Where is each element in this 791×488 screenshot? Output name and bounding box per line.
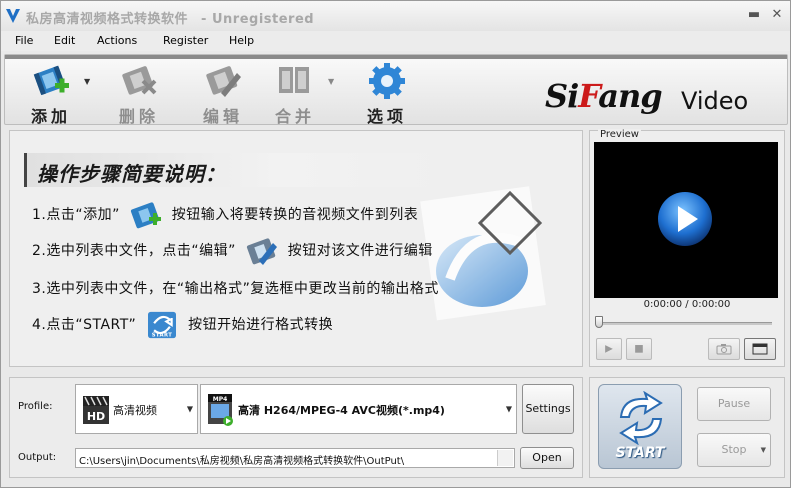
app-window: 私房高清视频格式转换软件 - Unregistered ▬ ✕ File Edi… xyxy=(0,0,791,488)
guide-step-2: 2.选中列表中文件，点击“编辑” 按钮对该文件进行编辑 xyxy=(32,237,433,265)
title-bar: 私房高清视频格式转换软件 - Unregistered ▬ ✕ xyxy=(1,1,790,31)
close-button[interactable]: ✕ xyxy=(768,7,786,25)
step-1-text-b: 按钮输入将要转换的音视频文件到列表 xyxy=(171,207,419,223)
play-icon[interactable] xyxy=(656,190,714,248)
delete-button[interactable]: 删除 xyxy=(105,63,167,126)
hd-video-icon: HD xyxy=(83,396,109,424)
video-screen[interactable] xyxy=(594,142,778,298)
preview-play-button[interactable]: ▶ xyxy=(596,338,622,360)
profile-category-select[interactable]: HD 高清视频 ▼ xyxy=(75,384,198,434)
stop-small-icon: ■ xyxy=(634,343,644,355)
menu-help[interactable]: Help xyxy=(229,34,254,47)
minimize-button[interactable]: ▬ xyxy=(745,7,763,25)
conversion-controls: START Pause Stop ▼ xyxy=(589,377,785,478)
merge-button[interactable]: 合并 xyxy=(261,63,323,126)
mp4-icon-text: MP4 xyxy=(213,396,228,403)
stop-label: Stop xyxy=(721,443,747,456)
guide-step-3: 3.选中列表中文件，在“输出格式”复选框中更改当前的输出格式 xyxy=(32,278,439,298)
start-button[interactable]: START xyxy=(598,384,682,469)
window-title: 私房高清视频格式转换软件 - Unregistered xyxy=(26,8,314,27)
guide-title-banner: 操作步骤简要说明： xyxy=(24,153,444,187)
seek-handle[interactable] xyxy=(595,316,603,328)
edit-film-icon xyxy=(246,238,277,265)
fullscreen-icon xyxy=(752,343,768,355)
toolbar: 添加 ▼ 删除 编辑 合并 ▼ 选项 SiFang Video xyxy=(4,54,788,126)
mp4-file-icon: MP4 xyxy=(208,394,233,426)
edit-label: 编辑 xyxy=(202,107,243,126)
start-icon: START xyxy=(148,311,177,338)
registration-status: - Unregistered xyxy=(201,12,315,27)
start-label: START xyxy=(615,445,665,461)
brand-video-text: Video xyxy=(681,87,749,115)
step-4-text-a: 4.点击“START” xyxy=(32,317,137,333)
options-button[interactable]: 选项 xyxy=(353,63,415,126)
brand-logo: SiFang xyxy=(545,77,663,115)
step-1-text-a: 1.点击“添加” xyxy=(32,207,120,223)
options-label: 选项 xyxy=(366,107,407,126)
edit-film-icon xyxy=(206,66,241,97)
guide-step-1: 1.点击“添加” 按钮输入将要转换的音视频文件到列表 xyxy=(32,201,418,229)
menu-file[interactable]: File xyxy=(15,34,33,47)
merge-label: 合并 xyxy=(274,107,315,126)
preview-label: Preview xyxy=(598,129,641,140)
instructions-panel: 操作步骤简要说明： 1.点击“添加” 按钮输入将要转换的音视频文件到列表 2.选… xyxy=(9,130,583,367)
guide-title: 操作步骤简要说明： xyxy=(37,162,226,186)
add-dropdown-arrow[interactable]: ▼ xyxy=(84,77,90,86)
start-icon-text: START xyxy=(152,332,173,338)
camera-icon xyxy=(716,344,732,355)
window-title-text: 私房高清视频格式转换软件 xyxy=(26,12,189,27)
open-folder-button[interactable]: Open xyxy=(520,447,574,469)
add-film-icon xyxy=(130,202,161,229)
merge-dropdown-arrow[interactable]: ▼ xyxy=(328,77,334,86)
preview-panel: Preview 0:00:00 / 0:00:00 ▶ ■ xyxy=(589,129,785,367)
fullscreen-button[interactable] xyxy=(744,338,776,360)
output-path-dropdown[interactable] xyxy=(497,450,513,466)
output-format-value: 高清 H264/MPEG-4 AVC视频(*.mp4) xyxy=(238,404,445,417)
output-path-field[interactable]: C:\Users\jin\Documents\私房视频\私房高清视频格式转换软件… xyxy=(75,448,515,468)
menu-register[interactable]: Register xyxy=(163,34,208,47)
app-logo-icon xyxy=(6,9,20,23)
add-button[interactable]: 添加 xyxy=(17,63,79,126)
edit-button[interactable]: 编辑 xyxy=(189,63,251,126)
settings-button[interactable]: Settings xyxy=(522,384,574,434)
guide-step-4: 4.点击“START” START 按钮开始进行格式转换 xyxy=(32,311,333,339)
chevron-down-icon: ▼ xyxy=(505,404,512,414)
delete-film-icon xyxy=(122,66,157,95)
hd-icon-text: HD xyxy=(87,410,105,423)
menu-edit[interactable]: Edit xyxy=(54,34,75,47)
menu-actions[interactable]: Actions xyxy=(97,34,137,47)
output-label: Output: xyxy=(18,452,57,463)
profile-label: Profile: xyxy=(18,401,53,412)
stop-button[interactable]: Stop ▼ xyxy=(697,433,771,467)
profile-category-value: 高清视频 xyxy=(113,404,157,417)
profile-output-panel: Profile: HD 高清视频 ▼ MP4 高清 H264/MPEG-4 AV… xyxy=(9,377,583,478)
step-2-text-a: 2.选中列表中文件，点击“编辑” xyxy=(32,243,236,259)
snapshot-button[interactable] xyxy=(708,338,740,360)
merge-film-icon xyxy=(279,67,309,93)
add-label: 添加 xyxy=(30,107,71,126)
convert-arrows-icon xyxy=(619,391,663,445)
menu-bar: File Edit Actions Register Help xyxy=(1,31,790,51)
seek-track[interactable] xyxy=(600,322,772,325)
output-format-select[interactable]: MP4 高清 H264/MPEG-4 AVC视频(*.mp4) ▼ xyxy=(200,384,517,434)
pause-button[interactable]: Pause xyxy=(697,387,771,421)
step-2-text-b: 按钮对该文件进行编辑 xyxy=(287,243,433,259)
stop-dropdown-arrow[interactable]: ▼ xyxy=(761,434,766,466)
delete-label: 删除 xyxy=(118,107,159,126)
toolbar-accent-strip xyxy=(5,55,787,59)
step-3-text: 3.选中列表中文件，在“输出格式”复选框中更改当前的输出格式 xyxy=(32,281,439,297)
preview-stop-button[interactable]: ■ xyxy=(626,338,652,360)
play-small-icon: ▶ xyxy=(605,343,613,355)
chevron-down-icon: ▼ xyxy=(186,404,193,414)
step-4-text-b: 按钮开始进行格式转换 xyxy=(188,317,334,333)
add-film-icon xyxy=(33,65,69,96)
time-readout: 0:00:00 / 0:00:00 xyxy=(643,299,731,310)
gear-icon xyxy=(369,63,405,99)
